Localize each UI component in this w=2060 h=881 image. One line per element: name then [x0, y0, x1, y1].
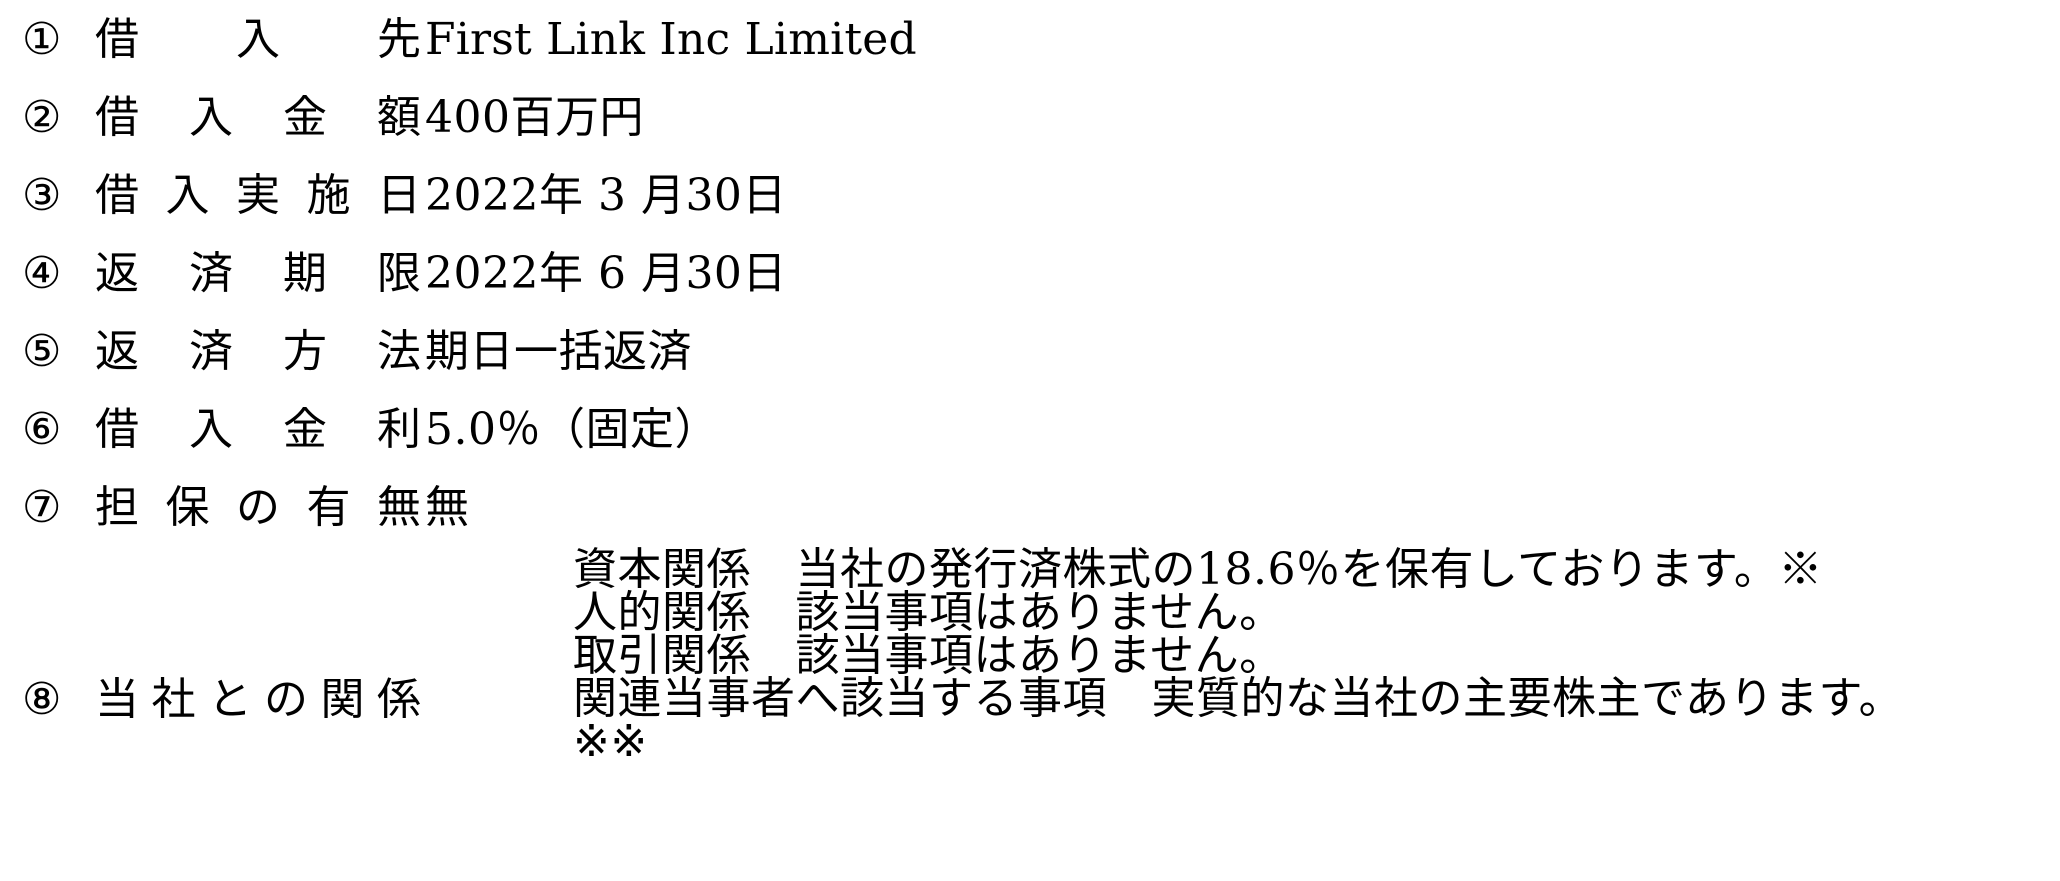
list-marker-5: ⑤ — [22, 326, 62, 377]
list-label-5: 返済方法 — [95, 326, 421, 377]
list-value-4: 2022年 6 月30日 — [425, 248, 787, 299]
list-marker-6: ⑥ — [22, 404, 62, 455]
list-label-3: 借入実施日 — [95, 170, 421, 221]
relationship-line-personnel: 人的関係 該当事項はありません。 — [573, 587, 1284, 638]
relationship-line-capital: 資本関係 当社の発行済株式の18.6％を保有しております。※ — [573, 544, 1823, 595]
list-label-2: 借入金額 — [95, 92, 421, 143]
list-marker-3: ③ — [22, 170, 62, 221]
list-value-6: 5.0％（固定） — [425, 404, 719, 455]
list-marker-1: ① — [22, 14, 62, 65]
list-row-repayment-method: ⑤ 返済方法 期日一括返済 — [0, 312, 2060, 392]
list-row-interest-rate: ⑥ 借入金利 5.0％（固定） — [0, 390, 2060, 470]
list-row-execution-date: ③ 借入実施日 2022年 3 月30日 — [0, 156, 2060, 236]
list-row-collateral: ⑦ 担保の有無 無 — [0, 468, 2060, 548]
relationship-line-related-party: 関連当事者へ該当する事項 実質的な当社の主要株主であります。 — [573, 673, 1904, 724]
list-value-3: 2022年 3 月30日 — [425, 170, 787, 221]
list-row-borrower: ① 借入先 First Link Inc Limited — [0, 0, 2060, 80]
list-row-amount: ② 借入金額 400百万円 — [0, 78, 2060, 158]
relationship-line-footnote-marks: ※※ — [573, 716, 648, 767]
list-label-6: 借入金利 — [95, 404, 421, 455]
list-label-1: 借入先 — [95, 14, 421, 65]
relationship-line-transaction: 取引関係 該当事項はありません。 — [573, 630, 1284, 681]
list-label-4: 返済期限 — [95, 248, 421, 299]
list-value-1: First Link Inc Limited — [425, 14, 917, 65]
list-marker-8: ⑧ — [22, 674, 62, 725]
list-row-company-relationship: ⑧ 当社との関係 資本関係 当社の発行済株式の18.6％を保有しております。※ … — [0, 548, 2060, 881]
list-row-repayment-deadline: ④ 返済期限 2022年 6 月30日 — [0, 234, 2060, 314]
document-page: ① 借入先 First Link Inc Limited ② 借入金額 400百… — [0, 0, 2060, 881]
list-label-7: 担保の有無 — [95, 482, 421, 533]
list-value-7: 無 — [425, 482, 470, 533]
list-marker-7: ⑦ — [22, 482, 62, 533]
list-marker-2: ② — [22, 92, 62, 143]
list-value-5: 期日一括返済 — [425, 326, 692, 377]
list-value-2: 400百万円 — [425, 92, 644, 143]
relationship-lines: 資本関係 当社の発行済株式の18.6％を保有しております。※ 人的関係 該当事項… — [573, 544, 2060, 767]
list-label-8: 当社との関係 — [95, 674, 421, 725]
list-marker-4: ④ — [22, 248, 62, 299]
